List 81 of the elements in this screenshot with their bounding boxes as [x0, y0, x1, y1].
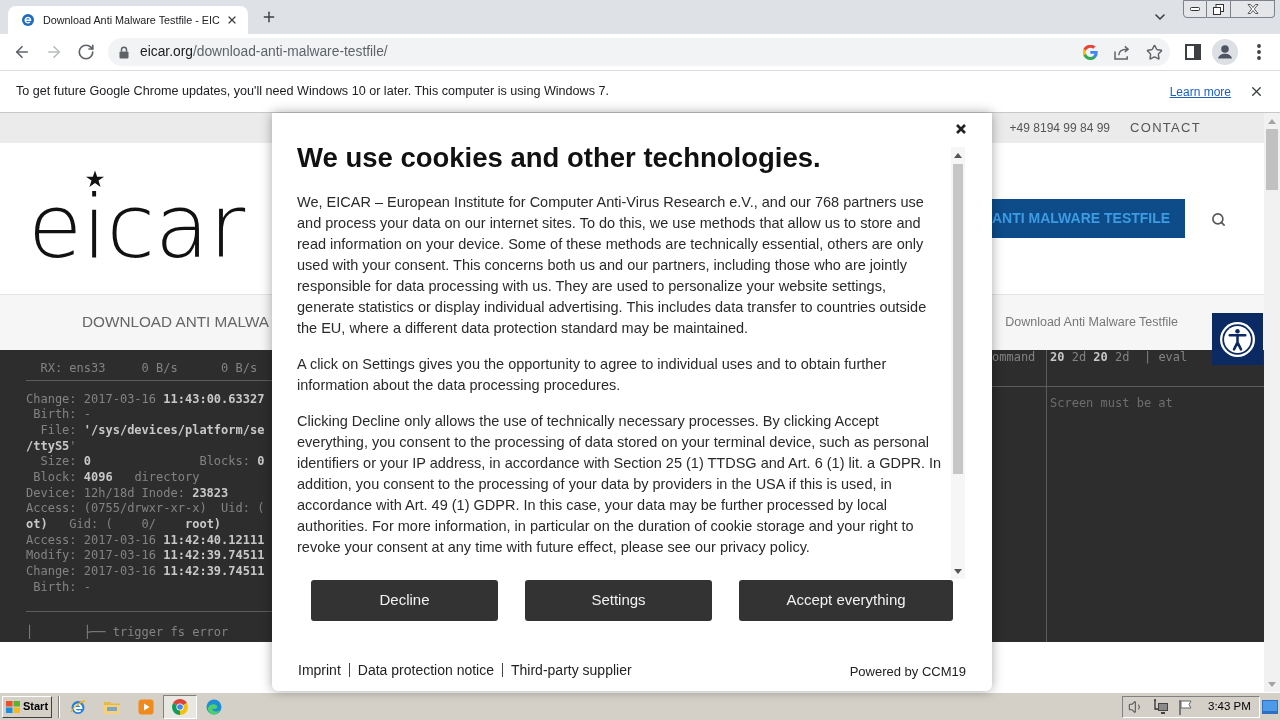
dialog-paragraph: We, EICAR – European Institute for Computer Anti-Virus Research e.V., and our 768 partners use and process your data on our internet sites. To do this, we use methods that allow us to store and read information on your device. Some of these methods are technically essential, others are only used with your consent. This concerns both us and our partners, including those who are jointly responsible for data processing with us. They are used to personalize your website settings, generate statistics or display individual advertising. This includes data transfer to countries outside the EU, where a different data protection standard may be maintained.	[297, 193, 928, 338]
terminal-line: /ttyS5'	[26, 438, 77, 455]
share-icon	[1113, 44, 1131, 60]
infobar-message: To get future Google Chrome updates, you'll need Windows 10 or later. This computer is using Windows 7.	[16, 83, 609, 101]
terminal-line: Change: 2017-03-16 11:42:39.74511	[26, 563, 265, 580]
kebab-menu-icon	[1257, 44, 1261, 60]
accessibility-icon	[1220, 321, 1255, 357]
logo-wordmark: eicar	[28, 192, 246, 263]
lock-icon	[119, 45, 129, 59]
close-window-button[interactable]	[1231, 0, 1275, 18]
side-panel-icon	[1185, 44, 1201, 60]
star-icon	[86, 170, 104, 188]
down-triangle-icon	[954, 569, 962, 574]
consent-button[interactable]: Settings	[525, 580, 712, 621]
terminal-line: Size: 0 Blocks: 0	[39, 454, 265, 470]
plus-icon	[261, 9, 277, 25]
minimize-icon	[1190, 7, 1200, 11]
terminal-line: │ ├── trigger fs error	[26, 625, 229, 641]
swirl-icon	[206, 698, 222, 715]
terminal-line: Modify: 2017-03-16 11:42:39.74511	[26, 548, 265, 564]
restore-icon	[1213, 3, 1224, 15]
segmented-circle-icon	[172, 698, 188, 715]
terminal-line: Access: 2017-03-16 11:42:40.12111	[26, 532, 265, 549]
terminal-line: Birth: -	[32, 407, 92, 423]
terminal-line: Block: 4096 directory	[32, 469, 200, 486]
contact-link[interactable]: CONTACT	[1130, 118, 1201, 138]
search-icon	[1211, 212, 1226, 227]
dialog-title: We use cookies and other technologies.	[297, 143, 822, 172]
person-avatar-icon	[1212, 39, 1238, 65]
terminal-line: File: '/sys/devices/platform/se	[39, 422, 265, 439]
dialog-paragraph: Clicking Decline only allows the use of technically necessary processes. By clicking Accept everything, you consent to the processing of data stored on your terminal device, such as personal identifiers or your IP address, in accordance with Section 25 (1) TTDSG and Art. 6 (1) lit. a GDPR. In addition, you consent to the processing of your data by providers in the USA if this is used, in accordance with Art. 49 (1) GDPR. In this case, your data may be further processed by local authorities. For more information, in particular on the duration of cookie storage and your right to revoke your consent at any time with future effect, please see our privacy policy.	[297, 412, 943, 557]
terminal-line: Change: 2017-03-16 11:43:00.63327	[26, 391, 265, 408]
terminal-line: Device: 12h/18d Inode: 23823	[26, 485, 229, 502]
restore-button[interactable]	[1207, 0, 1231, 18]
round-favicon-icon	[22, 14, 34, 26]
right-arrow-icon	[45, 43, 63, 61]
url-text: eicar.org/download-anti-malware-testfile/	[140, 42, 388, 61]
start-button[interactable]: Start	[2, 695, 52, 718]
flag-icon	[1178, 698, 1194, 715]
minimize-button[interactable]	[1183, 0, 1207, 18]
windows-flag-icon	[6, 700, 20, 713]
close-icon	[956, 124, 966, 134]
show-desktop-icon	[1262, 699, 1278, 714]
phone-number: +49 8194 99 84 99	[1009, 120, 1111, 137]
up-triangle-icon	[1268, 119, 1276, 124]
terminal-line: Screen must be at	[1050, 396, 1173, 412]
network-icon	[1153, 698, 1169, 715]
terminal-line: Access: (0755/drwxr-xr-x) Uid: (	[26, 501, 265, 517]
circular-arrow-icon	[77, 43, 95, 61]
address-bar[interactable]: eicar.org/download-anti-malware-testfile/	[108, 38, 1170, 66]
play-tile-icon	[138, 698, 154, 715]
learn-more-link[interactable]: Learn more	[1169, 82, 1231, 101]
accessibility-button[interactable]	[1212, 313, 1263, 365]
terminal-line: 20 2d 20 2d | eval	[1050, 350, 1188, 366]
scrollbar-thumb[interactable]	[953, 164, 963, 474]
e-logo-icon	[70, 698, 86, 715]
star-icon	[1145, 43, 1163, 61]
breadcrumb-text: Download Anti Malware Testfile	[1005, 314, 1178, 332]
profile-button[interactable]	[1212, 39, 1238, 65]
terminal-line: Birth: -	[32, 579, 92, 596]
dialog-paragraph: A click on Settings gives you the opportunity to agree to individual uses and to obtain further information about the data processing procedures.	[297, 355, 888, 395]
multicolor-g-icon	[1082, 44, 1098, 60]
footer-link[interactable]: Third-party supplier	[511, 660, 632, 680]
close-icon	[226, 14, 238, 26]
close-icon	[1246, 4, 1259, 14]
footer-link[interactable]: Data protection notice	[357, 660, 494, 680]
scrollbar-thumb[interactable]	[1266, 129, 1278, 190]
powered-by-text: Powered by CCM19	[849, 664, 966, 680]
consent-button[interactable]: Accept everything	[739, 580, 953, 621]
terminal-line: ot) Gid: ( 0/ root)	[26, 516, 222, 533]
browser-tab[interactable]: Download Anti Malware Testfile - EIC	[8, 6, 248, 34]
footer-link[interactable]: Imprint	[298, 660, 341, 680]
down-triangle-icon	[1268, 682, 1276, 687]
consent-button[interactable]: Decline	[311, 580, 498, 621]
up-triangle-icon	[954, 153, 962, 158]
folder-icon	[104, 699, 120, 714]
nav-menu-item[interactable]: DOWNLOAD ANTI MALWA	[82, 311, 269, 334]
terminal-line: RX: ens33 0 B/s 0 B/s	[39, 361, 258, 377]
clock-time: 3:43 PM	[1208, 698, 1251, 714]
taskbar-app-button[interactable]	[163, 694, 197, 719]
terminal-line: ommand	[992, 350, 1036, 366]
